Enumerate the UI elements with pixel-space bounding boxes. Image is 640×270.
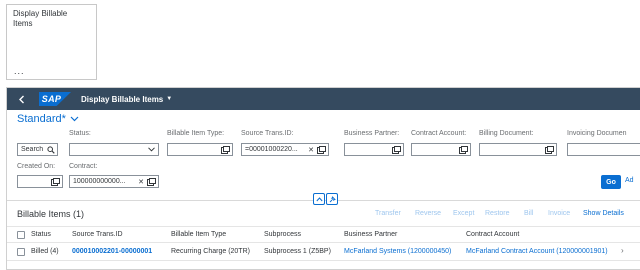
table-title: Billable Items (1)	[17, 209, 85, 219]
chevron-down-icon	[148, 147, 155, 152]
billable-item-type-label: Billable Item Type:	[167, 130, 225, 137]
row-navigation-icon[interactable]: ›	[621, 246, 624, 255]
chevron-up-icon	[315, 196, 323, 201]
select-all-checkbox[interactable]	[17, 231, 25, 239]
cell-status: Billed (4)	[31, 248, 59, 255]
cell-business-partner-link[interactable]: McFarland Systems (1200000450)	[344, 248, 451, 255]
billable-item-type-field[interactable]	[167, 143, 233, 156]
except-button[interactable]: Except	[453, 210, 474, 217]
cell-subprocess: Subprocess 1 (Z5BP)	[264, 248, 331, 255]
pin-icon	[329, 195, 336, 202]
invoice-button[interactable]: Invoice	[548, 210, 570, 217]
column-header-contract-account[interactable]: Contract Account	[466, 231, 519, 238]
transfer-button[interactable]: Transfer	[375, 210, 401, 217]
collapse-header-button[interactable]	[313, 193, 325, 205]
value-help-icon[interactable]	[544, 145, 554, 154]
sap-logo[interactable]: SAP	[39, 92, 71, 106]
app-title-menu[interactable]: Display Billable Items ▼	[81, 95, 172, 104]
status-select[interactable]	[69, 143, 159, 156]
table-row[interactable]: Billed (4) 000010002201-00000001 Recurri…	[7, 243, 640, 261]
billing-document-field[interactable]	[479, 143, 557, 156]
contract-account-field[interactable]	[411, 143, 471, 156]
go-button[interactable]: Go	[601, 175, 621, 189]
tile-title: Display Billable Items	[13, 9, 68, 28]
search-input[interactable]: Search	[17, 143, 58, 156]
bill-button[interactable]: Bill	[524, 210, 533, 217]
clear-icon[interactable]: ✕	[308, 146, 314, 154]
value-help-icon[interactable]	[458, 145, 468, 154]
column-header-subprocess[interactable]: Subprocess	[264, 231, 301, 238]
status-label: Status:	[69, 130, 91, 137]
app-tile[interactable]: Display Billable Items ...	[6, 4, 97, 80]
billing-document-label: Billing Document:	[479, 130, 534, 137]
app-title: Display Billable Items	[81, 94, 164, 104]
value-help-icon[interactable]	[391, 145, 401, 154]
row-checkbox[interactable]	[17, 248, 25, 256]
tile-more-indicator: ...	[14, 66, 25, 76]
back-button[interactable]	[11, 88, 31, 110]
contract-account-label: Contract Account:	[411, 130, 467, 137]
app-window: SAP Display Billable Items ▼ Standard* S…	[6, 87, 640, 270]
column-header-status[interactable]: Status	[31, 231, 51, 238]
show-details-button[interactable]: Show Details	[583, 210, 624, 217]
source-trans-id-field[interactable]: =00001000220... ✕	[241, 143, 329, 156]
source-trans-id-token: =00001000220...	[245, 146, 298, 153]
cell-contract-account-link[interactable]: McFarland Contract Account (120000001901…	[466, 248, 608, 255]
value-help-icon[interactable]	[220, 145, 230, 154]
contract-field[interactable]: 100000000000... ✕	[69, 175, 159, 188]
cell-source-trans-id-link[interactable]: 000010002201-00000001	[72, 248, 152, 255]
variant-selector[interactable]: Standard*	[17, 113, 79, 125]
back-icon	[18, 95, 24, 103]
shell-bar: SAP Display Billable Items ▼	[7, 88, 640, 110]
adapt-filters-link[interactable]: Ad	[625, 177, 634, 184]
invoicing-document-label: Invoicing Documen	[567, 130, 627, 137]
value-help-icon[interactable]	[316, 145, 326, 154]
table-header: Status Source Trans.ID Billable Item Typ…	[7, 226, 640, 243]
clear-icon[interactable]: ✕	[138, 178, 144, 186]
calendar-icon[interactable]	[50, 177, 60, 186]
search-placeholder: Search	[21, 146, 44, 153]
variant-label: Standard*	[17, 113, 66, 125]
contract-label: Contract:	[69, 163, 98, 170]
business-partner-field[interactable]	[344, 143, 404, 156]
restore-button[interactable]: Restore	[485, 210, 510, 217]
chevron-down-icon	[70, 116, 79, 122]
cell-billable-item-type: Recurring Charge (20TR)	[171, 248, 250, 255]
value-help-icon[interactable]	[146, 177, 156, 186]
column-header-source-trans-id[interactable]: Source Trans.ID	[72, 231, 123, 238]
pin-header-button[interactable]	[326, 193, 338, 205]
created-on-field[interactable]	[17, 175, 63, 188]
created-on-label: Created On:	[17, 163, 56, 170]
contract-token: 100000000000...	[73, 178, 126, 185]
invoicing-document-field[interactable]	[567, 143, 640, 156]
caret-down-icon: ▼	[166, 96, 173, 102]
header-controls	[313, 193, 338, 205]
business-partner-label: Business Partner:	[344, 130, 400, 137]
source-trans-id-label: Source Trans.ID:	[241, 130, 294, 137]
reverse-button[interactable]: Reverse	[415, 210, 441, 217]
column-header-billable-item-type[interactable]: Billable Item Type	[171, 231, 226, 238]
search-icon[interactable]	[47, 145, 55, 154]
column-header-business-partner[interactable]: Business Partner	[344, 231, 397, 238]
